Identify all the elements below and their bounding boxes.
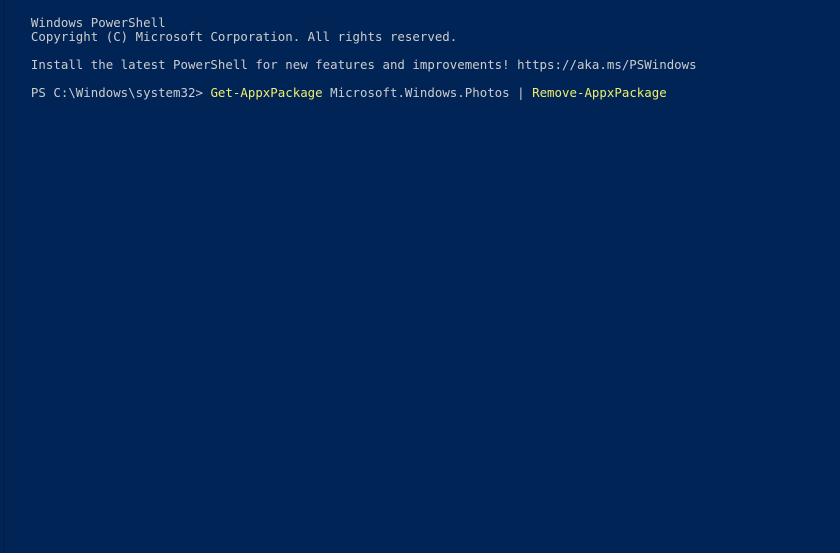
command-prompt-line[interactable]: PS C:\Windows\system32> Get-AppxPackage …: [1, 72, 840, 86]
upgrade-notice-line: Install the latest PowerShell for new fe…: [1, 44, 840, 58]
banner-product-line: Windows PowerShell: [1, 2, 840, 16]
banner-copyright-text: Copyright (C) Microsoft Corporation. All…: [31, 29, 457, 44]
powershell-console[interactable]: Windows PowerShell Copyright (C) Microso…: [0, 0, 840, 553]
cmdlet-remove-appxpackage: Remove-AppxPackage: [532, 85, 667, 100]
cmdlet-get-appxpackage: Get-AppxPackage: [210, 85, 322, 100]
banner-product-text: Windows PowerShell: [31, 15, 166, 30]
upgrade-notice-text: Install the latest PowerShell for new fe…: [31, 57, 697, 72]
prompt-path: PS C:\Windows\system32>: [31, 85, 211, 100]
pipe-operator: |: [517, 85, 532, 100]
cmdlet-argument-package-name: Microsoft.Windows.Photos: [323, 85, 517, 100]
